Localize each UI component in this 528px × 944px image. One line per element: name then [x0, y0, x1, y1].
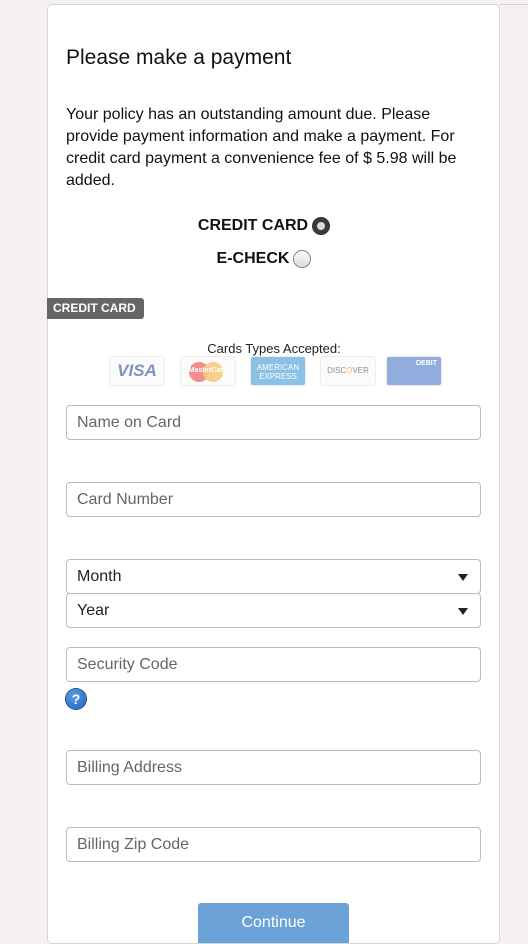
card-logos: VISA MasterCard AMERICAN EXPRESS DISCOVE…	[109, 356, 449, 388]
echeck-option[interactable]: E-CHECK	[0, 250, 528, 268]
help-icon[interactable]: ?	[66, 689, 86, 709]
visa-logo: VISA	[109, 356, 165, 386]
credit-card-option-label: CREDIT CARD	[197, 217, 309, 234]
card-number-input[interactable]	[66, 482, 481, 517]
continue-button[interactable]: Continue	[198, 903, 349, 943]
top-divider	[500, 4, 528, 5]
payment-description: Your policy has an outstanding amount du…	[66, 106, 457, 189]
debit-logo: DEBIT	[386, 356, 442, 386]
cards-accepted-label: Cards Types Accepted:	[207, 341, 341, 356]
chevron-down-icon	[458, 574, 468, 581]
chevron-down-icon	[458, 608, 468, 615]
mastercard-logo: MasterCard	[180, 356, 236, 386]
year-select-value: Year	[77, 602, 110, 619]
section-tag-credit-card: CREDIT CARD	[47, 298, 144, 319]
billing-zip-input[interactable]	[66, 827, 481, 862]
security-code-input[interactable]	[66, 647, 481, 682]
month-select[interactable]: Month	[66, 559, 481, 594]
billing-address-input[interactable]	[66, 750, 481, 785]
page-title: Please make a payment	[66, 46, 292, 69]
credit-card-option[interactable]: CREDIT CARD	[0, 217, 528, 235]
discover-logo: DISCOVER	[320, 356, 376, 386]
month-select-value: Month	[77, 568, 122, 585]
echeck-option-label: E-CHECK	[216, 250, 290, 267]
year-select[interactable]: Year	[66, 593, 481, 628]
amex-logo: AMERICAN EXPRESS	[250, 356, 306, 386]
name-on-card-input[interactable]	[66, 405, 481, 440]
credit-card-radio[interactable]	[312, 217, 331, 235]
echeck-radio[interactable]	[293, 250, 312, 268]
mastercard-logo-text: MasterCard	[188, 367, 228, 374]
